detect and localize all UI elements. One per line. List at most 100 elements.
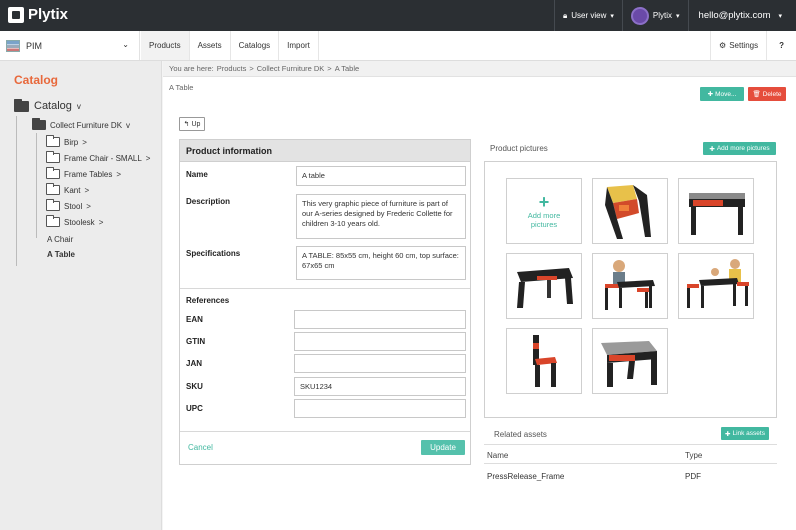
specifications-field[interactable]: A TABLE: 85x55 cm, height 60 cm, top sur… bbox=[296, 246, 466, 280]
product-picture[interactable] bbox=[592, 253, 668, 319]
account-label: Plytix bbox=[652, 11, 673, 20]
tab-catalogs[interactable]: Catalogs bbox=[231, 31, 280, 60]
tree-root-catalog[interactable]: Catalog v bbox=[14, 98, 81, 112]
description-label: Description bbox=[186, 197, 231, 206]
module-label: PIM bbox=[26, 40, 43, 51]
add-picture-tile[interactable]: + Add more pictures bbox=[506, 178, 582, 244]
plus-icon: ✚ bbox=[709, 145, 715, 153]
product-image bbox=[533, 335, 557, 387]
tree-item-label: Frame Tables bbox=[64, 169, 113, 179]
asset-name[interactable]: PressRelease_Frame bbox=[487, 472, 564, 481]
folder-icon bbox=[46, 151, 60, 163]
assets-table-header: Name Type bbox=[484, 444, 777, 464]
breadcrumb-link-collection[interactable]: Collect Furniture DK bbox=[257, 64, 325, 73]
tree-item-frame-tables[interactable]: Frame Tables > bbox=[46, 167, 121, 179]
tab-products[interactable]: Products bbox=[141, 31, 190, 60]
chevron-right-icon: > bbox=[145, 153, 151, 163]
tree-guide-line bbox=[36, 133, 37, 238]
module-switcher[interactable]: PIM ⌄ bbox=[0, 31, 140, 60]
chevron-down-icon: v bbox=[76, 101, 81, 111]
product-image bbox=[689, 193, 745, 235]
folder-icon bbox=[46, 215, 60, 227]
tree-item-frame-chair-small[interactable]: Frame Chair - SMALL > bbox=[46, 151, 151, 163]
sku-field[interactable]: SKU1234 bbox=[294, 377, 466, 396]
email-menu[interactable]: hello@plytix.com ▾ bbox=[687, 0, 796, 31]
plytix-logo-icon bbox=[8, 6, 24, 23]
chevron-right-icon: > bbox=[86, 201, 91, 211]
settings-label: Settings bbox=[729, 41, 759, 50]
tree-item-label: Birp bbox=[64, 137, 79, 147]
chevron-down-icon: ▾ bbox=[610, 12, 614, 20]
chevron-right-icon: > bbox=[82, 137, 87, 147]
table-row[interactable]: PressRelease_Frame PDF bbox=[484, 464, 777, 488]
chevron-down-icon: v bbox=[126, 120, 131, 130]
help-label: ? bbox=[779, 41, 784, 50]
tree-item-label: Collect Furniture DK bbox=[50, 120, 123, 130]
panel-footer: Cancel Update bbox=[180, 431, 470, 464]
tree-item-a-table[interactable]: A Table bbox=[47, 250, 75, 259]
pim-icon bbox=[6, 39, 20, 52]
plus-icon: ✚ bbox=[725, 430, 731, 438]
tree-item-a-chair[interactable]: A Chair bbox=[47, 235, 73, 244]
product-picture[interactable] bbox=[592, 178, 668, 244]
add-more-pictures-button[interactable]: ✚ Add more pictures bbox=[703, 142, 776, 155]
folder-open-icon bbox=[14, 98, 29, 112]
update-button[interactable]: Update bbox=[421, 440, 465, 455]
column-header-name: Name bbox=[487, 451, 509, 460]
tree-guide-line bbox=[16, 116, 17, 266]
lock-icon: 🔒︎ bbox=[562, 10, 568, 20]
move-label: Move... bbox=[715, 90, 737, 98]
description-field[interactable]: This very graphic piece of furniture is … bbox=[296, 194, 466, 239]
account-menu[interactable]: Plytix ▾ bbox=[621, 0, 688, 31]
link-assets-button[interactable]: ✚ Link assets bbox=[721, 427, 769, 440]
add-more-pictures-label: Add more pictures bbox=[716, 145, 770, 152]
gtin-label: GTIN bbox=[186, 337, 206, 346]
tab-import[interactable]: Import bbox=[279, 31, 319, 60]
specifications-label: Specifications bbox=[186, 249, 241, 258]
product-image bbox=[517, 268, 573, 308]
tab-assets[interactable]: Assets bbox=[190, 31, 231, 60]
tree-root-label: Catalog bbox=[34, 100, 72, 112]
move-button[interactable]: ✚ Move... bbox=[700, 87, 744, 101]
breadcrumb-separator: > bbox=[327, 64, 332, 73]
related-assets-title: Related assets bbox=[494, 430, 547, 439]
upc-field[interactable] bbox=[294, 399, 466, 418]
link-assets-label: Link assets bbox=[732, 430, 765, 437]
breadcrumb-link-products[interactable]: Products bbox=[217, 64, 247, 73]
tree-item-collection[interactable]: Collect Furniture DK v bbox=[32, 118, 131, 130]
ean-label: EAN bbox=[186, 315, 203, 324]
folder-open-icon bbox=[32, 118, 46, 130]
name-field[interactable]: A table bbox=[296, 166, 466, 186]
sidebar-title: Catalog bbox=[14, 73, 59, 87]
chevron-down-icon: ⌄ bbox=[122, 40, 129, 49]
nav-bar: PIM ⌄ Products Assets Catalogs Import ⚙ … bbox=[0, 31, 796, 61]
plus-icon: + bbox=[538, 192, 550, 212]
tree-item-stool[interactable]: Stool > bbox=[46, 199, 91, 211]
plytix-logo[interactable]: Plytix bbox=[8, 6, 68, 23]
product-picture[interactable] bbox=[592, 328, 668, 394]
breadcrumb-current: A Table bbox=[334, 64, 360, 73]
jan-field[interactable] bbox=[294, 354, 466, 373]
product-picture[interactable] bbox=[506, 253, 582, 319]
tree-item-stoolesk[interactable]: Stoolesk > bbox=[46, 215, 103, 227]
product-picture[interactable] bbox=[506, 328, 582, 394]
product-info-panel: Product information Name A table Descrip… bbox=[179, 139, 471, 465]
settings-button[interactable]: ⚙ Settings bbox=[710, 31, 766, 60]
page-subtitle: A Table bbox=[169, 83, 194, 92]
help-button[interactable]: ? bbox=[766, 31, 796, 60]
tree-item-label: Stoolesk bbox=[64, 217, 95, 227]
product-picture[interactable] bbox=[678, 253, 754, 319]
up-button[interactable]: ↰ Up bbox=[179, 117, 205, 131]
ean-field[interactable] bbox=[294, 310, 466, 329]
tree-item-birp[interactable]: Birp > bbox=[46, 135, 87, 147]
product-picture[interactable] bbox=[678, 178, 754, 244]
delete-button[interactable]: 🗑︎ Delete bbox=[748, 87, 786, 101]
user-view-menu[interactable]: 🔒︎ User view ▾ bbox=[553, 0, 622, 31]
tree-item-label: Kant bbox=[64, 185, 81, 195]
gtin-field[interactable] bbox=[294, 332, 466, 351]
add-picture-label: Add more pictures bbox=[527, 211, 561, 229]
chevron-down-icon: ▾ bbox=[778, 12, 782, 20]
tree-item-kant[interactable]: Kant > bbox=[46, 183, 89, 195]
sku-label: SKU bbox=[186, 382, 203, 391]
cancel-button[interactable]: Cancel bbox=[188, 443, 213, 452]
